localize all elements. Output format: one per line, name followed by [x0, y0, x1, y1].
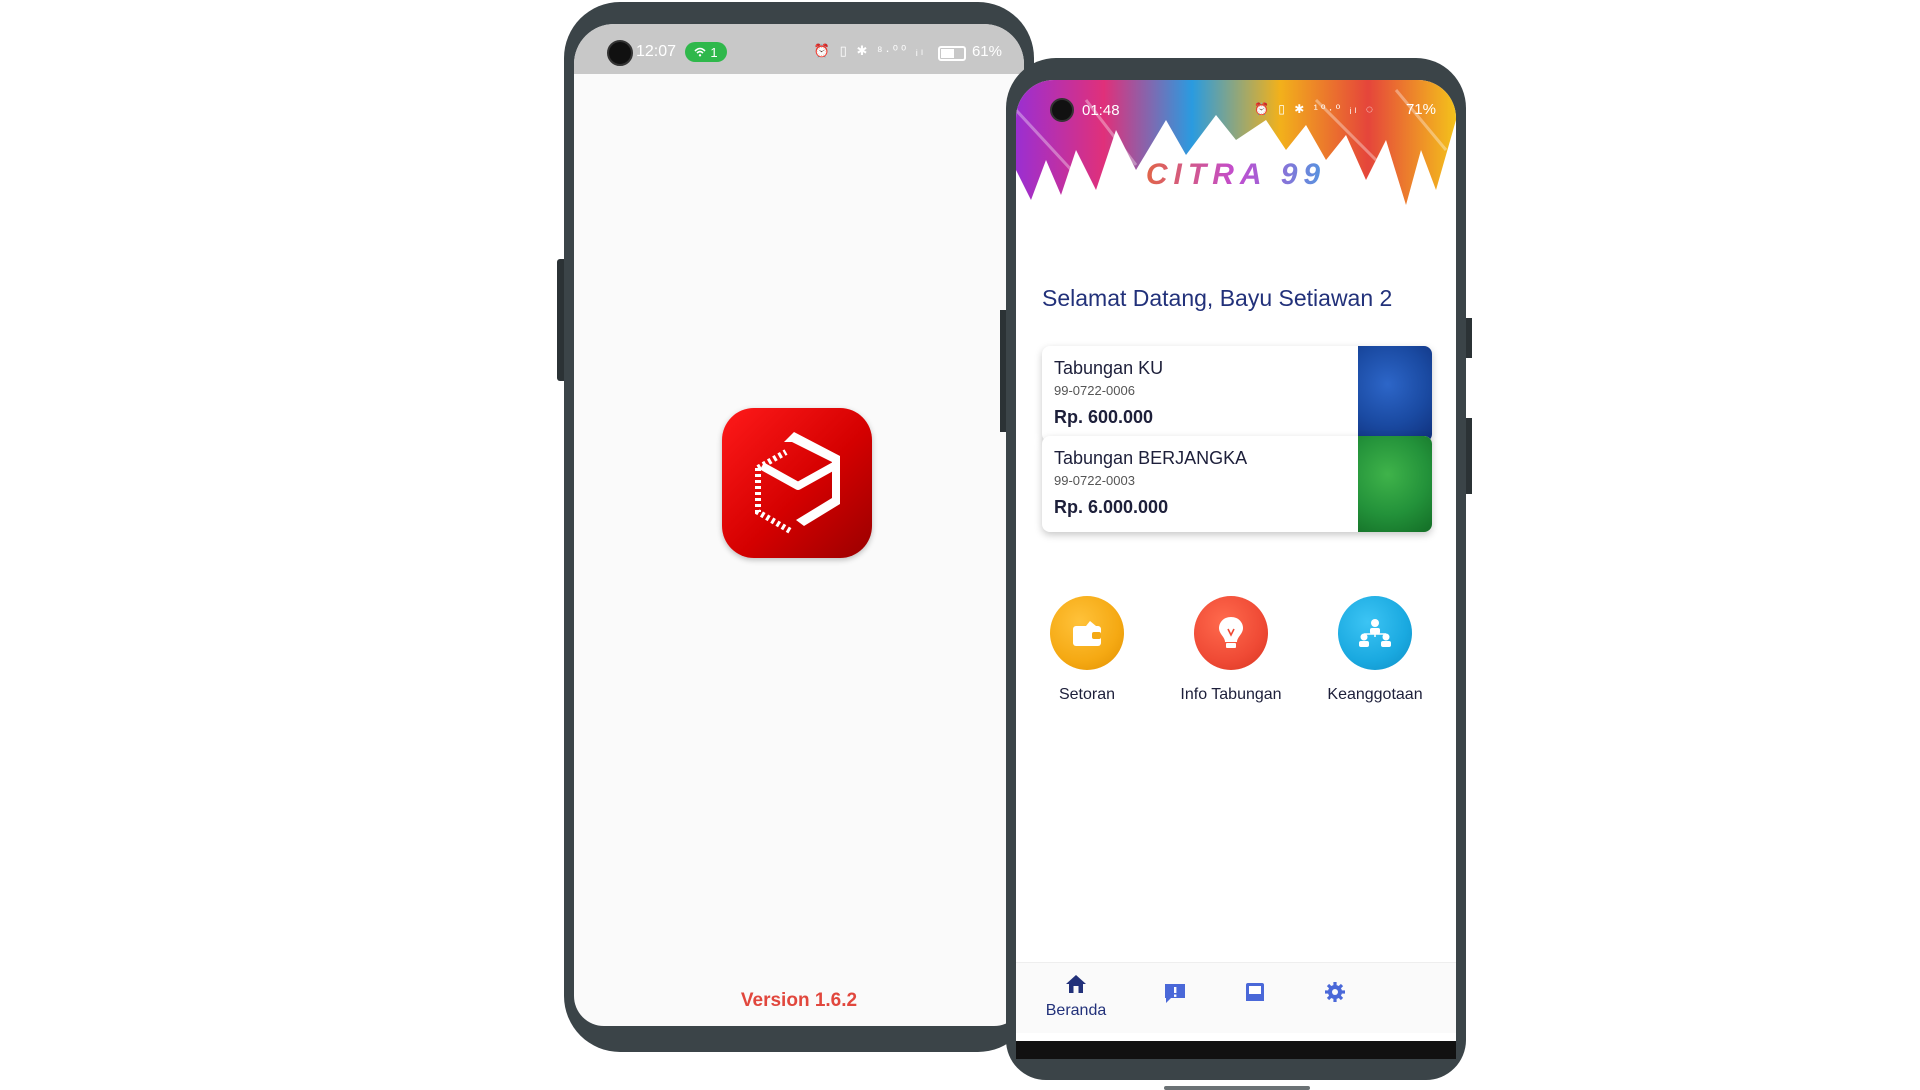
nav-inbox[interactable] — [1210, 981, 1300, 1008]
front-camera — [1050, 98, 1074, 122]
status-icons: ⏰ ▯ ✱ ¹⁰·⁰ ᵢₗ ◌ — [1254, 102, 1376, 116]
account-balance: Rp. 6.000.000 — [1054, 497, 1169, 517]
home-phone-frame: 01:48 ⏰ ▯ ✱ ¹⁰·⁰ ᵢₗ ◌ 71% CITRA 99 Selam… — [1000, 58, 1472, 1090]
status-time: 01:48 — [1082, 102, 1120, 119]
battery-icon — [938, 46, 966, 61]
welcome-text: Selamat Datang, Bayu Setiawan 2 — [1042, 285, 1393, 311]
splash-screen: 12:07 1 ⏰ ▯ ✱ ⁸·⁰⁰ ᵢₗ 61% Version 1.6.2 — [574, 24, 1024, 1026]
account-name: Tabungan BERJANGKA — [1054, 448, 1248, 468]
side-button — [1000, 310, 1006, 432]
account-name: Tabungan KU — [1054, 358, 1164, 378]
menu-label: Setoran — [1058, 686, 1116, 703]
version-label: Version 1.6.2 — [740, 990, 858, 1011]
system-navigation-bar — [1016, 1041, 1456, 1059]
side-button — [1466, 418, 1472, 494]
menu-keanggotaan[interactable]: Keanggotaan — [1310, 596, 1440, 704]
inbox-icon — [1246, 983, 1264, 1001]
side-button — [557, 259, 564, 381]
members-icon — [1338, 596, 1412, 670]
side-button — [1466, 318, 1472, 358]
menu-info-tabungan[interactable]: Info Tabungan — [1166, 596, 1296, 704]
home-indicator[interactable] — [1164, 1086, 1310, 1090]
card-decoration-green — [1358, 436, 1432, 532]
menu-setoran[interactable]: Setoran — [1022, 596, 1152, 704]
hotspot-badge: 1 — [685, 42, 727, 62]
front-camera — [607, 40, 633, 66]
menu-label: Info Tabungan — [1180, 686, 1282, 703]
status-bar: 12:07 1 ⏰ ▯ ✱ ⁸·⁰⁰ ᵢₗ 61% — [574, 24, 1024, 74]
battery-percent: 61% — [971, 43, 1002, 60]
account-number: 99-0722-0006 — [1054, 383, 1135, 398]
menu-label: Keanggotaan — [1327, 686, 1423, 703]
nav-settings[interactable] — [1290, 981, 1380, 1008]
account-number: 99-0722-0003 — [1054, 473, 1135, 488]
home-icon — [1066, 975, 1086, 993]
gear-icon — [1325, 982, 1345, 1002]
account-card-tabungan-ku[interactable]: Tabungan KU 99-0722-0006 Rp. 600.000 — [1042, 346, 1432, 442]
battery-percent: 71% — [1405, 101, 1436, 118]
status-icons: ⏰ ▯ ✱ ⁸·⁰⁰ ᵢₗ — [813, 43, 926, 58]
account-balance: Rp. 600.000 — [1054, 407, 1154, 427]
hotspot-count: 1 — [710, 44, 718, 60]
lightbulb-icon — [1194, 596, 1268, 670]
nav-label: Beranda — [1045, 1002, 1107, 1019]
home-screen: 01:48 ⏰ ▯ ✱ ¹⁰·⁰ ᵢₗ ◌ 71% CITRA 99 Selam… — [1016, 80, 1456, 1041]
app-logo — [722, 408, 872, 558]
wallet-icon — [1050, 596, 1124, 670]
card-decoration-blue — [1358, 346, 1432, 442]
nav-beranda[interactable]: Beranda — [1031, 973, 1121, 1020]
bottom-navigation: Beranda — [1016, 962, 1456, 1033]
account-card-tabungan-berjangka[interactable]: Tabungan BERJANGKA 99-0722-0003 Rp. 6.00… — [1042, 436, 1432, 532]
status-time: 12:07 — [636, 43, 677, 60]
brand-logo-text: CITRA 99 — [1016, 158, 1456, 192]
nav-notifications[interactable] — [1130, 981, 1220, 1010]
alert-message-icon — [1165, 984, 1185, 1003]
cube-logo-icon — [755, 432, 840, 535]
hotspot-icon — [694, 45, 706, 60]
splash-phone-frame: 12:07 1 ⏰ ▯ ✱ ⁸·⁰⁰ ᵢₗ 61% Version 1.6.2 — [557, 2, 1034, 1052]
